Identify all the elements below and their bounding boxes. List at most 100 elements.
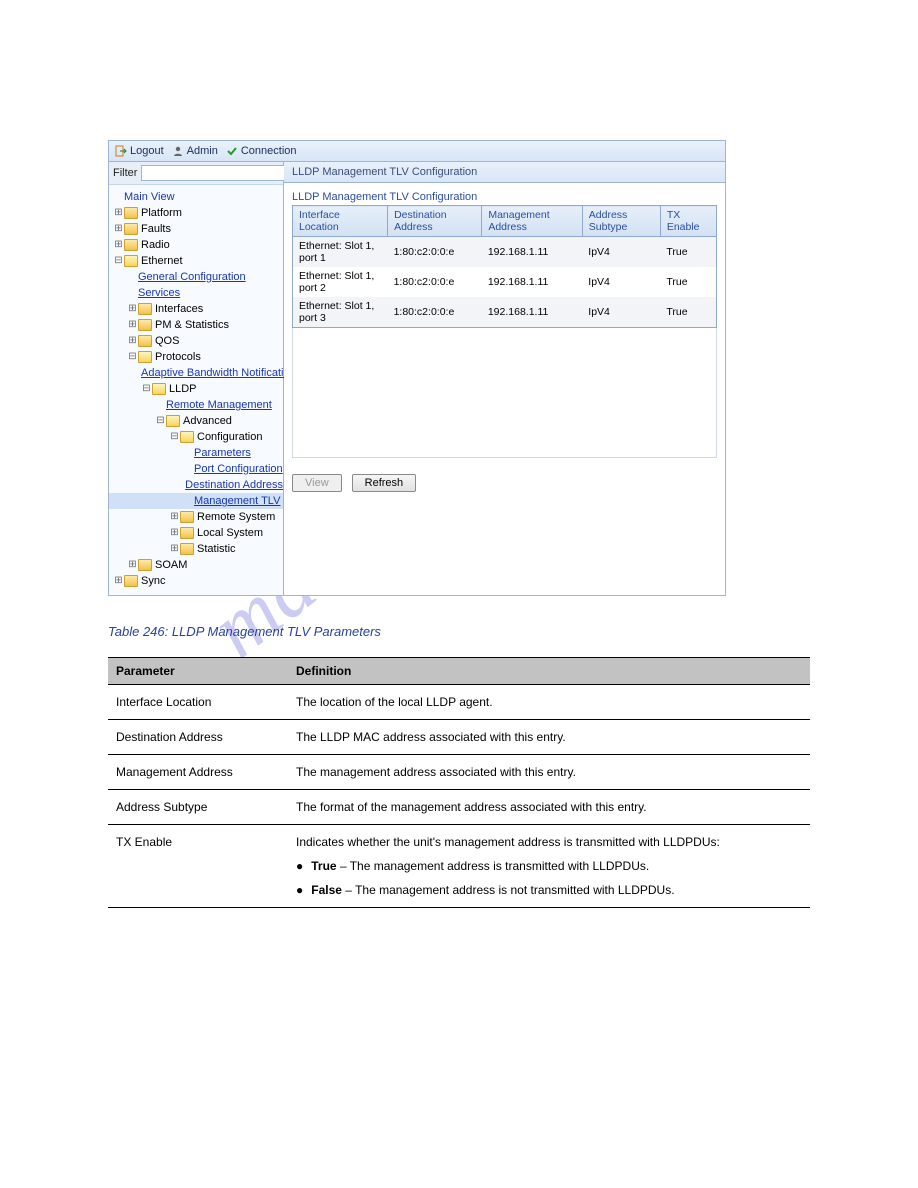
doc-row: Destination AddressThe LLDP MAC address …	[108, 720, 810, 755]
folder-icon	[180, 543, 194, 555]
nav-qos[interactable]: ⊞QOS	[109, 333, 283, 349]
doc-cell-def: The LLDP MAC address associated with thi…	[288, 720, 810, 755]
admin-link[interactable]: Admin	[172, 145, 218, 157]
nav-configuration[interactable]: ⊟Configuration	[109, 429, 283, 445]
refresh-button[interactable]: Refresh	[352, 474, 417, 492]
user-icon	[172, 145, 184, 157]
table-row[interactable]: Ethernet: Slot 1, port 2 1:80:c2:0:0:e 1…	[293, 267, 717, 297]
nav-mgmt-tlv[interactable]: Management TLV	[109, 493, 283, 509]
nav-platform-label: Platform	[141, 206, 182, 220]
nav-remote-mgmt[interactable]: Remote Management	[109, 397, 283, 413]
nav-services-label: Services	[138, 286, 180, 300]
admin-label: Admin	[187, 145, 218, 157]
logout-link[interactable]: Logout	[115, 145, 164, 157]
nav-soam-label: SOAM	[155, 558, 187, 572]
col-dest[interactable]: Destination Address	[388, 206, 482, 237]
tlv-table: Interface Location Destination Address M…	[292, 205, 717, 328]
doc-row: TX Enable Indicates whether the unit's m…	[108, 825, 810, 858]
doc-row: Interface LocationThe location of the lo…	[108, 685, 810, 720]
section-title: LLDP Management TLV Configuration	[292, 191, 717, 203]
cell-mgmt: 192.168.1.11	[482, 267, 582, 297]
table-row[interactable]: Ethernet: Slot 1, port 3 1:80:c2:0:0:e 1…	[293, 297, 717, 328]
folder-open-icon	[166, 415, 180, 427]
doc-row-bullet: ● True – The management address is trans…	[108, 857, 810, 881]
nav-port-config[interactable]: Port Configuration	[109, 461, 283, 477]
doc-cell-param: Address Subtype	[108, 790, 288, 825]
filter-input[interactable]	[141, 165, 291, 181]
nav-protocols-label: Protocols	[155, 350, 201, 364]
doc-th-def: Definition	[288, 658, 810, 685]
nav-lldp[interactable]: ⊟LLDP	[109, 381, 283, 397]
nav-radio[interactable]: ⊞Radio	[109, 237, 283, 253]
nav-protocols[interactable]: ⊟Protocols	[109, 349, 283, 365]
doc-table-caption: Table 246: LLDP Management TLV Parameter…	[108, 624, 810, 639]
cell-tx: True	[660, 297, 716, 328]
nav-sync[interactable]: ⊞Sync	[109, 573, 283, 589]
nav-ethernet[interactable]: ⊟Ethernet	[109, 253, 283, 269]
doc-cell-param: TX Enable	[108, 825, 288, 858]
nav-faults[interactable]: ⊞Faults	[109, 221, 283, 237]
cell-tx: True	[660, 267, 716, 297]
doc-cell-param: Interface Location	[108, 685, 288, 720]
nav-general-config[interactable]: General Configuration	[109, 269, 283, 285]
nav-advanced-label: Advanced	[183, 414, 232, 428]
folder-open-icon	[180, 431, 194, 443]
bullet-icon: ●	[296, 881, 303, 899]
col-interface[interactable]: Interface Location	[293, 206, 388, 237]
col-subtype[interactable]: Address Subtype	[582, 206, 660, 237]
connection-link[interactable]: Connection	[226, 145, 297, 157]
doc-cell-def: The management address associated with t…	[288, 755, 810, 790]
cell-dest: 1:80:c2:0:0:e	[388, 237, 482, 268]
sidebar: Filter × Main View ⊞Platform ⊞Faults ⊞Ra…	[109, 162, 284, 595]
col-mgmt[interactable]: Management Address	[482, 206, 582, 237]
doc-cell-def: The location of the local LLDP agent.	[288, 685, 810, 720]
nav-interfaces-label: Interfaces	[155, 302, 203, 316]
bullet-icon: ●	[296, 857, 303, 875]
folder-icon	[138, 319, 152, 331]
cell-subtype: IpV4	[582, 237, 660, 268]
doc-bullet-text: – The management address is not transmit…	[345, 883, 674, 897]
folder-open-icon	[138, 351, 152, 363]
doc-bullet-bold: False	[311, 883, 342, 897]
nav-dest-addr[interactable]: Destination Address	[109, 477, 283, 493]
nav-services[interactable]: Services	[109, 285, 283, 301]
table-header-row: Interface Location Destination Address M…	[293, 206, 717, 237]
button-row: View Refresh	[292, 474, 717, 492]
nav-platform[interactable]: ⊞Platform	[109, 205, 283, 221]
connection-label: Connection	[241, 145, 297, 157]
doc-bullet-text: – The management address is transmitted …	[340, 859, 649, 873]
nav-pm-statistics[interactable]: ⊞PM & Statistics	[109, 317, 283, 333]
folder-icon	[124, 575, 138, 587]
nav-main-view[interactable]: Main View	[109, 189, 283, 205]
table-row[interactable]: Ethernet: Slot 1, port 1 1:80:c2:0:0:e 1…	[293, 237, 717, 268]
cell-iface: Ethernet: Slot 1, port 1	[293, 237, 388, 268]
nav-remote-mgmt-label: Remote Management	[166, 398, 272, 412]
content-panel: LLDP Management TLV Configuration LLDP M…	[284, 162, 725, 595]
doc-bullet: ● True – The management address is trans…	[296, 857, 802, 875]
cell-iface: Ethernet: Slot 1, port 2	[293, 267, 388, 297]
doc-th-param: Parameter	[108, 658, 288, 685]
doc-cell-param: Destination Address	[108, 720, 288, 755]
view-button[interactable]: View	[292, 474, 342, 492]
col-tx[interactable]: TX Enable	[660, 206, 716, 237]
nav-soam[interactable]: ⊞SOAM	[109, 557, 283, 573]
nav-parameters[interactable]: Parameters	[109, 445, 283, 461]
cell-iface: Ethernet: Slot 1, port 3	[293, 297, 388, 328]
nav-advanced[interactable]: ⊟Advanced	[109, 413, 283, 429]
doc-cell-def: The format of the management address ass…	[288, 790, 810, 825]
nav-interfaces[interactable]: ⊞Interfaces	[109, 301, 283, 317]
doc-content: Table 246: LLDP Management TLV Parameter…	[108, 624, 810, 908]
nav-statistic[interactable]: ⊞Statistic	[109, 541, 283, 557]
nav-adaptive-bw-label: Adaptive Bandwidth Notification	[141, 366, 296, 380]
cell-tx: True	[660, 237, 716, 268]
nav-qos-label: QOS	[155, 334, 179, 348]
nav-pm-stats-label: PM & Statistics	[155, 318, 229, 332]
nav-remote-system[interactable]: ⊞Remote System	[109, 509, 283, 525]
doc-cell-param: Management Address	[108, 755, 288, 790]
nav-adaptive-bw[interactable]: Adaptive Bandwidth Notification	[109, 365, 283, 381]
nav-mgmt-tlv-label: Management TLV	[194, 494, 280, 508]
doc-table: Parameter Definition Interface LocationT…	[108, 657, 810, 908]
folder-icon	[124, 223, 138, 235]
filter-row: Filter ×	[109, 162, 283, 185]
nav-local-system[interactable]: ⊞Local System	[109, 525, 283, 541]
